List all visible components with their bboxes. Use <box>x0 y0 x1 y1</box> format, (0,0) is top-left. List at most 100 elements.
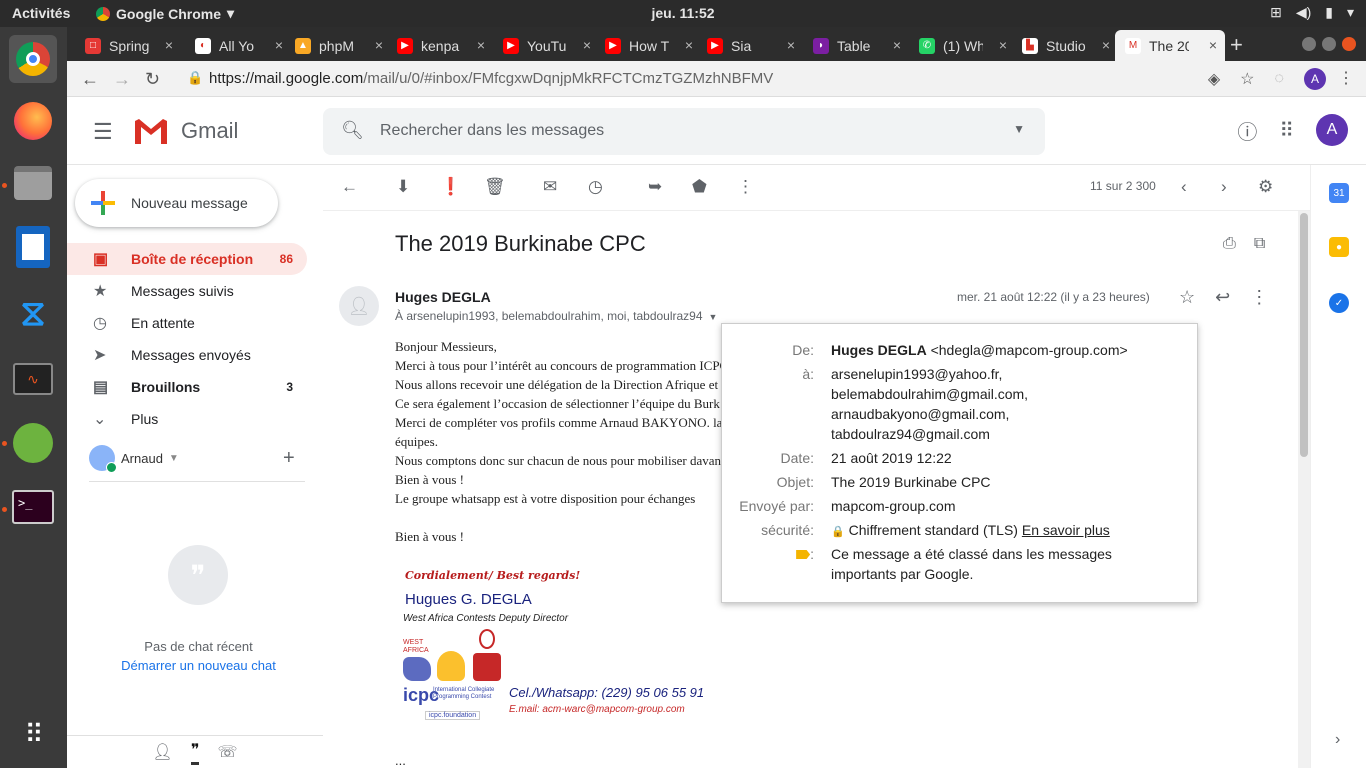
close-tab-icon[interactable]: × <box>165 37 173 53</box>
start-new-chat-link[interactable]: Démarrer un nouveau chat <box>67 658 330 673</box>
system-tray[interactable]: ⊞ ◀) ▮ ▾ <box>1270 4 1354 21</box>
sender-name[interactable]: Huges DEGLA <box>395 289 491 305</box>
tasks-icon[interactable]: ✓ <box>1329 293 1349 313</box>
close-window-button[interactable] <box>1342 37 1356 51</box>
close-tab-icon[interactable]: × <box>583 37 591 53</box>
search-icon[interactable]: 🔍︎ <box>341 120 364 141</box>
calendar-icon[interactable]: 31 <box>1329 183 1349 203</box>
sender-avatar[interactable]: 👤︎ <box>339 286 379 326</box>
clock[interactable]: jeu. 11:52 <box>651 5 714 21</box>
sidebar-item-messages-envoyés[interactable]: ➤ Messages envoyés <box>67 339 307 371</box>
phone-icon[interactable]: ☏ <box>217 742 237 762</box>
extension-icon[interactable]: ◈ <box>1208 69 1220 89</box>
browser-tab[interactable]: ▲ phpM × <box>285 30 391 61</box>
more-icon[interactable]: ⋮ <box>1250 287 1268 308</box>
close-tab-icon[interactable]: × <box>999 37 1007 53</box>
browser-tab[interactable]: ▶ How T × <box>595 30 701 61</box>
recipients-summary[interactable]: À arsenelupin1993, belemabdoulrahim, moi… <box>395 309 717 323</box>
gmail-logo[interactable]: Gmail <box>133 117 238 145</box>
terminal-launcher-icon[interactable]: >_ <box>9 483 57 531</box>
browser-tab[interactable]: ✆ (1) Wh × <box>909 30 1015 61</box>
browser-tab[interactable]: M The 20 × <box>1115 30 1225 61</box>
vscode-launcher-icon[interactable]: ⧖ <box>9 289 57 337</box>
next-icon[interactable]: › <box>1221 177 1227 197</box>
contacts-icon[interactable]: 👤︎ <box>153 742 173 762</box>
new-tab-button[interactable]: + <box>1230 32 1243 58</box>
snooze-icon[interactable]: ◷ <box>588 177 603 197</box>
close-tab-icon[interactable]: × <box>375 37 383 53</box>
add-contact-button[interactable]: + <box>283 447 295 470</box>
reply-icon[interactable]: ↩ <box>1215 287 1230 308</box>
address-bar-url[interactable]: https://mail.google.com/mail/u/0/#inbox/… <box>209 70 773 87</box>
app-menu[interactable]: Google Chrome ▾ <box>96 5 234 22</box>
compose-button[interactable]: Nouveau message <box>75 179 278 227</box>
forward-arrow-icon[interactable]: → <box>113 69 131 90</box>
main-menu-icon[interactable]: ☰ <box>93 119 113 145</box>
activities-button[interactable]: Activités <box>12 5 70 21</box>
chrome-launcher-icon[interactable] <box>9 35 57 83</box>
previous-icon[interactable]: ‹ <box>1181 177 1187 197</box>
more-icon[interactable]: ⋮ <box>737 177 754 197</box>
minimize-button[interactable] <box>1302 37 1316 51</box>
close-tab-icon[interactable]: × <box>1209 37 1217 53</box>
main-scrollbar[interactable] <box>1298 211 1310 768</box>
account-avatar[interactable]: A <box>1316 114 1348 146</box>
profile-avatar[interactable]: A <box>1304 68 1326 90</box>
close-tab-icon[interactable]: × <box>1102 37 1110 53</box>
system-monitor-launcher-icon[interactable]: ∿ <box>9 355 57 403</box>
close-tab-icon[interactable]: × <box>787 37 795 53</box>
extension-icon[interactable]: ◌ <box>1274 70 1284 88</box>
star-icon[interactable]: ☆ <box>1179 287 1195 308</box>
hangouts-user[interactable]: Arnaud ▼ <box>89 445 179 473</box>
mark-unread-icon[interactable]: ✉ <box>543 177 557 197</box>
browser-tab[interactable]: ◐ All Yo × <box>185 30 291 61</box>
learn-more-link[interactable]: En savoir plus <box>1022 522 1110 538</box>
report-spam-icon[interactable]: ❗ <box>440 177 461 197</box>
keep-icon[interactable]: ● <box>1329 237 1349 257</box>
move-to-icon[interactable]: ➥ <box>648 177 662 197</box>
trimmed-content-ellipsis[interactable]: ... <box>395 753 406 768</box>
browser-menu-icon[interactable]: ⋮ <box>1338 68 1354 88</box>
search-input[interactable]: Rechercher dans les messages <box>380 122 604 140</box>
show-details-icon[interactable]: ▼ <box>709 312 718 322</box>
browser-tab[interactable]: ▶ YouTu × <box>493 30 599 61</box>
sidebar-item-plus[interactable]: ⌄ Plus <box>67 403 307 435</box>
sidebar-item-brouillons[interactable]: ▤ Brouillons 3 <box>67 371 307 403</box>
close-tab-icon[interactable]: × <box>275 37 283 53</box>
firefox-launcher-icon[interactable] <box>9 97 57 145</box>
reload-icon[interactable]: ↻ <box>145 69 160 90</box>
expand-panel-icon[interactable]: › <box>1335 731 1340 749</box>
close-tab-icon[interactable]: × <box>685 37 693 53</box>
browser-tab[interactable]: □ Spring × <box>75 30 181 61</box>
spring-launcher-icon[interactable] <box>9 419 57 467</box>
search-options-icon[interactable]: ▼ <box>1013 122 1025 136</box>
files-launcher-icon[interactable] <box>9 159 57 207</box>
search-bar[interactable]: 🔍︎ Rechercher dans les messages ▼ <box>323 108 1045 155</box>
close-tab-icon[interactable]: × <box>893 37 901 53</box>
browser-tab[interactable]: ▙ Studio × <box>1012 30 1118 61</box>
browser-tab[interactable]: ◗ Table × <box>803 30 909 61</box>
scrollbar-thumb[interactable] <box>1300 213 1308 457</box>
browser-tab[interactable]: ▶ Sia × <box>697 30 803 61</box>
browser-tab[interactable]: ▶ kenpa × <box>387 30 493 61</box>
hangouts-icon[interactable]: ❞ <box>190 740 200 765</box>
open-new-window-icon[interactable]: ⧉ <box>1254 235 1265 253</box>
back-arrow-icon[interactable]: ← <box>341 177 358 197</box>
print-icon[interactable]: ⎙ <box>1223 235 1236 253</box>
archive-icon[interactable]: ⬇ <box>396 177 410 197</box>
apps-grid-icon[interactable]: ⠿ <box>1279 118 1294 143</box>
close-tab-icon[interactable]: × <box>477 37 485 53</box>
show-apps-icon[interactable]: ⠿ <box>9 710 57 758</box>
maximize-button[interactable] <box>1322 37 1336 51</box>
sidebar-item-en-attente[interactable]: ◷ En attente <box>67 307 307 339</box>
label-icon[interactable]: ⬟ <box>692 177 707 197</box>
sidebar-item-boîte-de-réception[interactable]: ▣ Boîte de réception 86 <box>67 243 307 275</box>
delete-icon[interactable]: 🗑︎ <box>484 177 506 197</box>
help-icon[interactable]: ⓘ <box>1237 116 1257 145</box>
tab-title: How T <box>629 37 669 54</box>
bookmark-star-icon[interactable]: ☆ <box>1240 69 1254 89</box>
writer-launcher-icon[interactable] <box>9 223 57 271</box>
back-arrow-icon[interactable]: ← <box>81 69 99 90</box>
settings-gear-icon[interactable]: ⚙ <box>1258 177 1273 197</box>
sidebar-item-messages-suivis[interactable]: ★ Messages suivis <box>67 275 307 307</box>
